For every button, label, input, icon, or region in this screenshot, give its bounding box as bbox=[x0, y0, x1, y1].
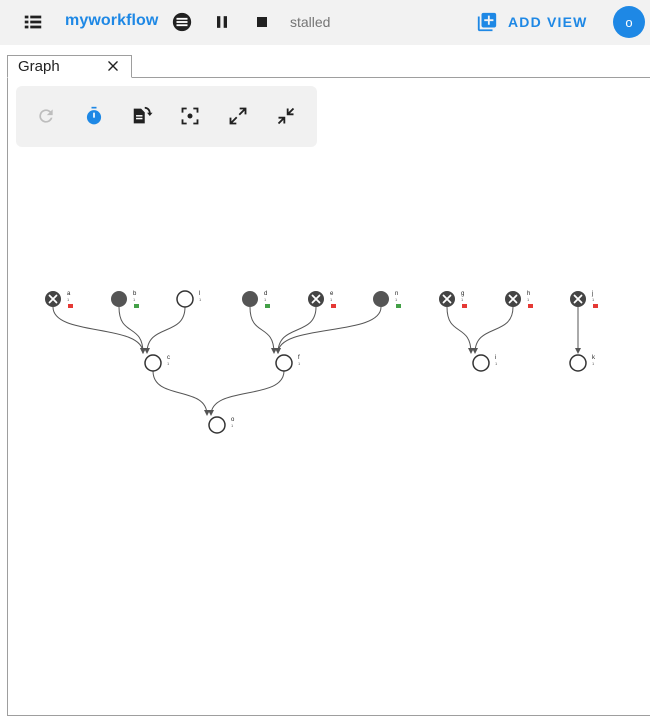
graph-node-l[interactable]: l1 bbox=[176, 290, 202, 308]
graph-node-o[interactable]: o1 bbox=[208, 416, 235, 434]
node-cycle: 1 bbox=[264, 297, 267, 302]
graph-edge-f-o bbox=[208, 370, 285, 416]
graph-edge-g-i bbox=[446, 306, 474, 354]
graph-node-h[interactable]: h1 bbox=[505, 291, 533, 308]
graph-node-j[interactable]: j1 bbox=[570, 291, 598, 308]
graph-edge-l-c bbox=[144, 306, 186, 354]
graph-edge-b-c bbox=[118, 306, 146, 354]
workflow-graph: a1 b1 l1 c1 d1 e1 n1 f1 g1 h1 i1 j1 k1 o1 bbox=[45, 290, 598, 434]
job-status-badge bbox=[331, 304, 336, 308]
node-cycle: 1 bbox=[231, 423, 234, 428]
graph-edge-n-f bbox=[275, 306, 382, 354]
graph-edge-c-o bbox=[152, 370, 210, 416]
graph-node-k[interactable]: k1 bbox=[569, 354, 596, 372]
graph-edge-h-i bbox=[472, 306, 514, 354]
graph-edge-d-f bbox=[249, 306, 277, 354]
job-status-badge bbox=[593, 304, 598, 308]
graph-node-i[interactable]: i1 bbox=[472, 354, 498, 372]
graph-node-d[interactable]: d1 bbox=[242, 291, 270, 308]
graph-node-a[interactable]: a1 bbox=[45, 291, 73, 308]
job-status-badge bbox=[68, 304, 73, 308]
graph-node-c[interactable]: c1 bbox=[144, 354, 170, 372]
node-cycle: 1 bbox=[199, 297, 202, 302]
job-status-badge bbox=[528, 304, 533, 308]
job-status-badge bbox=[134, 304, 139, 308]
node-cycle: 1 bbox=[298, 361, 301, 366]
node-cycle: 1 bbox=[395, 297, 398, 302]
node-cycle: 1 bbox=[330, 297, 333, 302]
graph-node-b[interactable]: b1 bbox=[111, 291, 139, 308]
node-cycle: 1 bbox=[167, 361, 170, 366]
graph-node-g[interactable]: g1 bbox=[439, 291, 467, 308]
node-cycle: 1 bbox=[592, 361, 595, 366]
graph-edge-e-f bbox=[275, 306, 317, 354]
graph-edge-a-c bbox=[52, 306, 146, 354]
graph-node-f[interactable]: f1 bbox=[275, 354, 301, 372]
node-cycle: 1 bbox=[527, 297, 530, 302]
node-cycle: 1 bbox=[461, 297, 464, 302]
job-status-badge bbox=[462, 304, 467, 308]
graph-nodes: a1 b1 l1 c1 d1 e1 n1 f1 g1 h1 i1 j1 k1 o1 bbox=[45, 290, 598, 434]
node-cycle: 1 bbox=[133, 297, 136, 302]
graph-node-n[interactable]: n1 bbox=[373, 291, 401, 308]
graph-node-e[interactable]: e1 bbox=[308, 291, 336, 308]
node-cycle: 1 bbox=[67, 297, 70, 302]
job-status-badge bbox=[396, 304, 401, 308]
graph-edges bbox=[52, 306, 581, 416]
job-status-badge bbox=[265, 304, 270, 308]
node-cycle: 1 bbox=[592, 297, 595, 302]
node-cycle: 1 bbox=[495, 361, 498, 366]
